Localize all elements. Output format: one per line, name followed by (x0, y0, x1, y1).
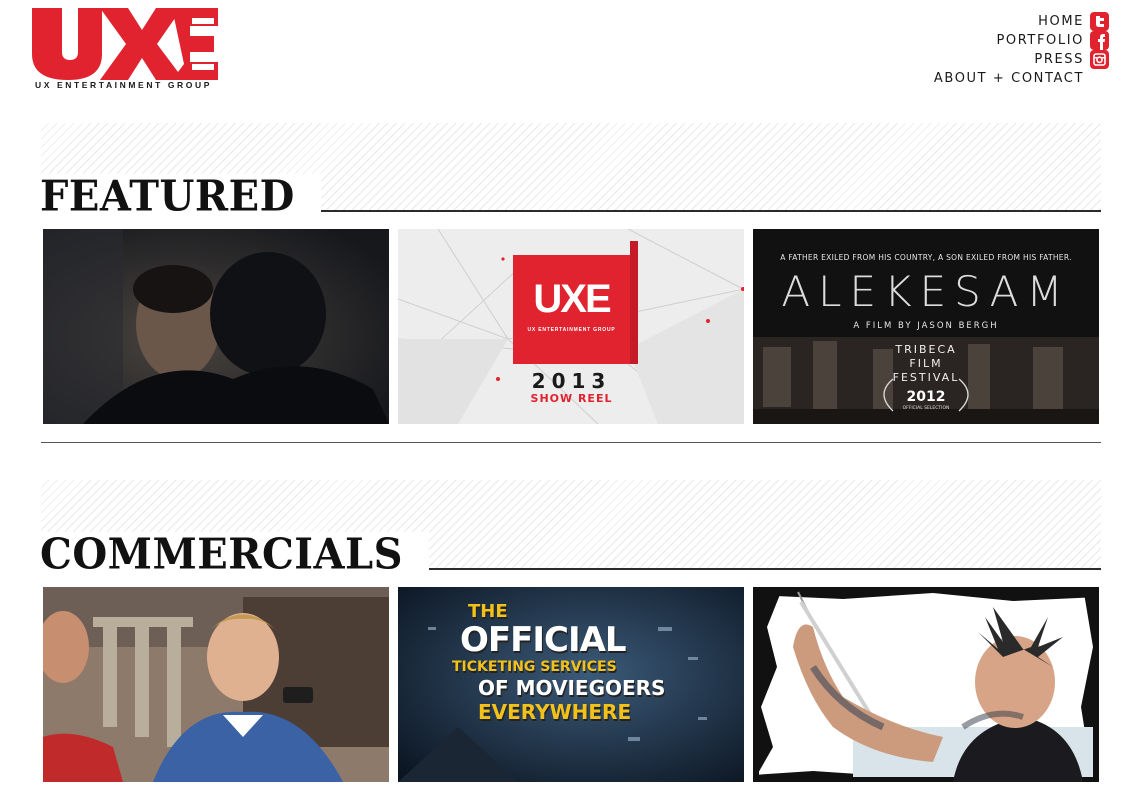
promo-text: THE OFFICIAL TICKETING SERVICES OF MOVIE… (438, 601, 718, 724)
commercial-thumb-ticketing[interactable]: THE OFFICIAL TICKETING SERVICES OF MOVIE… (398, 587, 744, 782)
social-links (1090, 12, 1110, 69)
commercials-heading: COMMERCIALS (40, 531, 430, 578)
nav-about-contact[interactable]: ABOUT + CONTACT (934, 69, 1084, 88)
festival-line: TRIBECA (895, 343, 957, 356)
poster-credit: A FILM BY JASON BERGH (853, 321, 999, 331)
show-reel-label: SHOW REEL (530, 392, 613, 405)
poster-title: ALEKESAM (781, 267, 1071, 316)
festival-line: FESTIVAL (892, 371, 960, 384)
festival-line: FILM (909, 357, 943, 370)
commercial-thumb-still[interactable] (43, 587, 389, 782)
nav-portfolio[interactable]: PORTFOLIO (934, 31, 1084, 50)
nav-home[interactable]: HOME (934, 12, 1084, 31)
festival-year: 2012 (906, 389, 946, 405)
featured-thumb-film-poster[interactable]: A FATHER EXILED FROM HIS COUNTRY, A SON … (753, 229, 1099, 424)
show-reel-logo: UXE (533, 277, 611, 321)
promo-line: THE (468, 601, 508, 622)
twitter-icon[interactable] (1090, 12, 1109, 31)
promo-line: OF MOVIEGOERS (478, 676, 666, 700)
brand-logo[interactable]: UX ENTERTAINMENT GROUP (32, 8, 222, 92)
show-reel-year: 2013 (531, 369, 612, 393)
promo-line: TICKETING SERVICES (452, 659, 617, 675)
uxe-logo-icon (32, 8, 218, 80)
nav-press[interactable]: PRESS (934, 50, 1084, 69)
festival-selection: OFFICIAL SELECTION (902, 406, 950, 411)
featured-thumb-show-reel[interactable]: UXE UX ENTERTAINMENT GROUP 2013 SHOW REE… (398, 229, 744, 424)
section-divider (41, 442, 1101, 443)
instagram-icon[interactable] (1090, 50, 1109, 69)
poster-tagline: A FATHER EXILED FROM HIS COUNTRY, A SON … (780, 253, 1072, 262)
featured-thumb-film-still[interactable] (43, 229, 389, 424)
main-nav: HOME PORTFOLIO PRESS ABOUT + CONTACT (934, 12, 1084, 88)
featured-heading: FEATURED (40, 173, 321, 220)
commercial-thumb-drummer[interactable] (753, 587, 1099, 782)
show-reel-logo-sub: UX ENTERTAINMENT GROUP (527, 327, 616, 333)
brand-tagline: UX ENTERTAINMENT GROUP (35, 80, 212, 90)
promo-line: EVERYWHERE (478, 700, 632, 724)
facebook-icon[interactable] (1090, 31, 1109, 50)
festival-laurel: TRIBECA FILM FESTIVAL (888, 343, 964, 385)
promo-line: OFFICIAL (460, 620, 627, 660)
